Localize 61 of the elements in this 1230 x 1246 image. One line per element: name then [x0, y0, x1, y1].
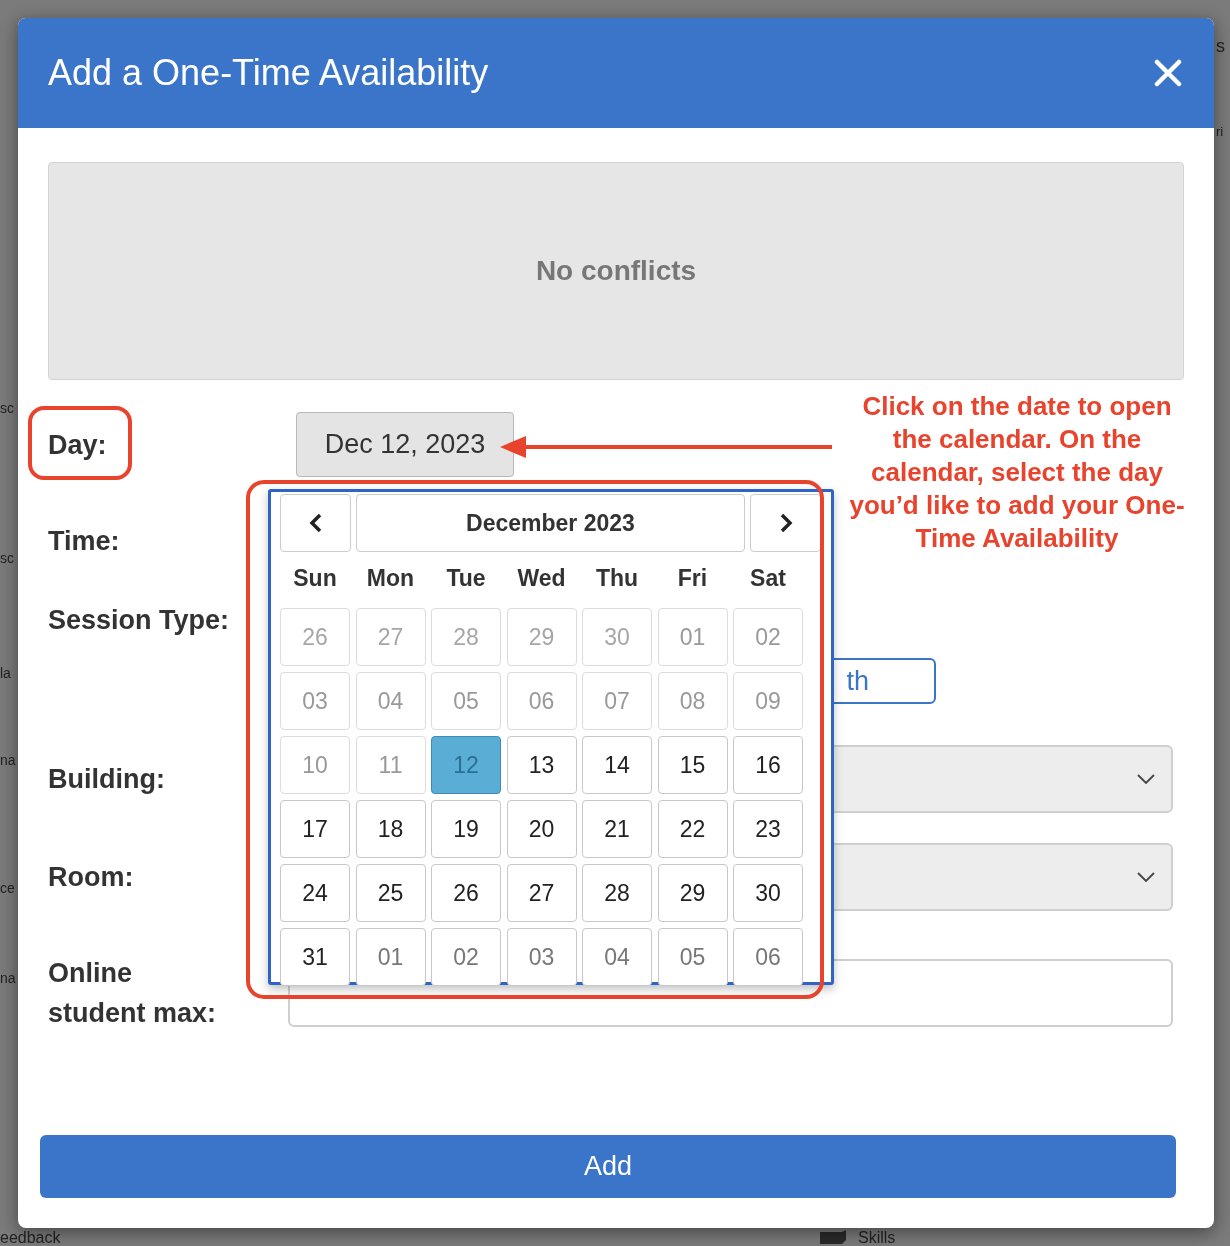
calendar-day[interactable]: 03	[506, 928, 577, 986]
weekday-label: Thu	[594, 564, 640, 592]
chevron-left-icon	[308, 513, 323, 533]
calendar-day[interactable]: 21	[582, 800, 652, 858]
calendar-day[interactable]: 22	[657, 800, 728, 858]
add-button[interactable]: Add	[40, 1135, 1176, 1198]
conflicts-text: No conflicts	[535, 255, 697, 287]
background-text: Skills	[858, 1229, 896, 1246]
next-month-button[interactable]	[750, 494, 821, 552]
dialog-title: Add a One-Time Availability	[48, 52, 489, 94]
field-label: Session Type:	[48, 604, 231, 637]
background-text: na	[0, 752, 16, 768]
calendar-day[interactable]: 27	[506, 864, 577, 922]
calendar-day[interactable]: 02	[431, 928, 501, 986]
calendar-day[interactable]: 04	[582, 928, 652, 986]
month-title[interactable]: December 2023	[356, 494, 745, 552]
calendar-day[interactable]: 05	[657, 928, 728, 986]
background-text: s	[1216, 36, 1225, 57]
calendar-day[interactable]: 17	[280, 800, 350, 858]
calendar-day[interactable]: 24	[280, 864, 350, 922]
calendar-day[interactable]: 01	[355, 928, 426, 986]
annotation-text: Click on the date to open the calendar. On the calendar, select the day you’d like to add your One-Time Availability	[848, 390, 1186, 555]
calendar-day[interactable]: 13	[506, 736, 577, 794]
calendar-day[interactable]: 23	[733, 800, 803, 858]
weekday-label: Tue	[445, 564, 487, 592]
field-label: Day:	[48, 428, 108, 462]
calendar-day[interactable]: 06	[733, 928, 803, 986]
weekday-label: Mon	[365, 564, 416, 592]
calendar-day[interactable]: 25	[355, 864, 426, 922]
calendar-day[interactable]: 30	[733, 864, 803, 922]
chevron-down-icon	[1137, 774, 1155, 784]
book-icon	[818, 1230, 848, 1246]
calendar-day[interactable]: 28	[582, 864, 652, 922]
background-text: eedback	[0, 1229, 61, 1246]
weekday-label: Wed	[516, 564, 567, 592]
field-label: Room:	[48, 861, 135, 894]
chevron-down-icon	[1137, 872, 1155, 882]
weekday-label: Fri	[676, 564, 709, 592]
calendar-day[interactable]: 18	[355, 800, 426, 858]
field-label: Time:	[48, 525, 121, 558]
calendar-day[interactable]: 29	[657, 864, 728, 922]
weekday-label: Sat	[749, 564, 787, 592]
calendar-day[interactable]: 14	[582, 736, 652, 794]
calendar-day[interactable]: 31	[280, 928, 350, 986]
date-button[interactable]: Dec 12, 2023	[296, 412, 514, 477]
background-text: ri	[1216, 124, 1224, 139]
calendar-day[interactable]: 15	[657, 736, 728, 794]
close-icon[interactable]	[1154, 59, 1182, 87]
calendar-day[interactable]: 16	[733, 736, 803, 794]
field-label: Online student max:	[48, 957, 218, 1030]
weekday-label: Sun	[292, 564, 338, 592]
calendar-day[interactable]: 19	[431, 800, 501, 858]
background-text: la	[0, 665, 11, 681]
background-text: sc	[0, 400, 14, 416]
chevron-right-icon	[778, 513, 793, 533]
field-label: Building:	[48, 763, 166, 796]
background-text: na	[0, 970, 16, 986]
calendar-day[interactable]: 26	[431, 864, 501, 922]
calendar-day[interactable]: 20	[506, 800, 577, 858]
background-text: ce	[0, 880, 15, 896]
background-text: sc	[0, 550, 14, 566]
